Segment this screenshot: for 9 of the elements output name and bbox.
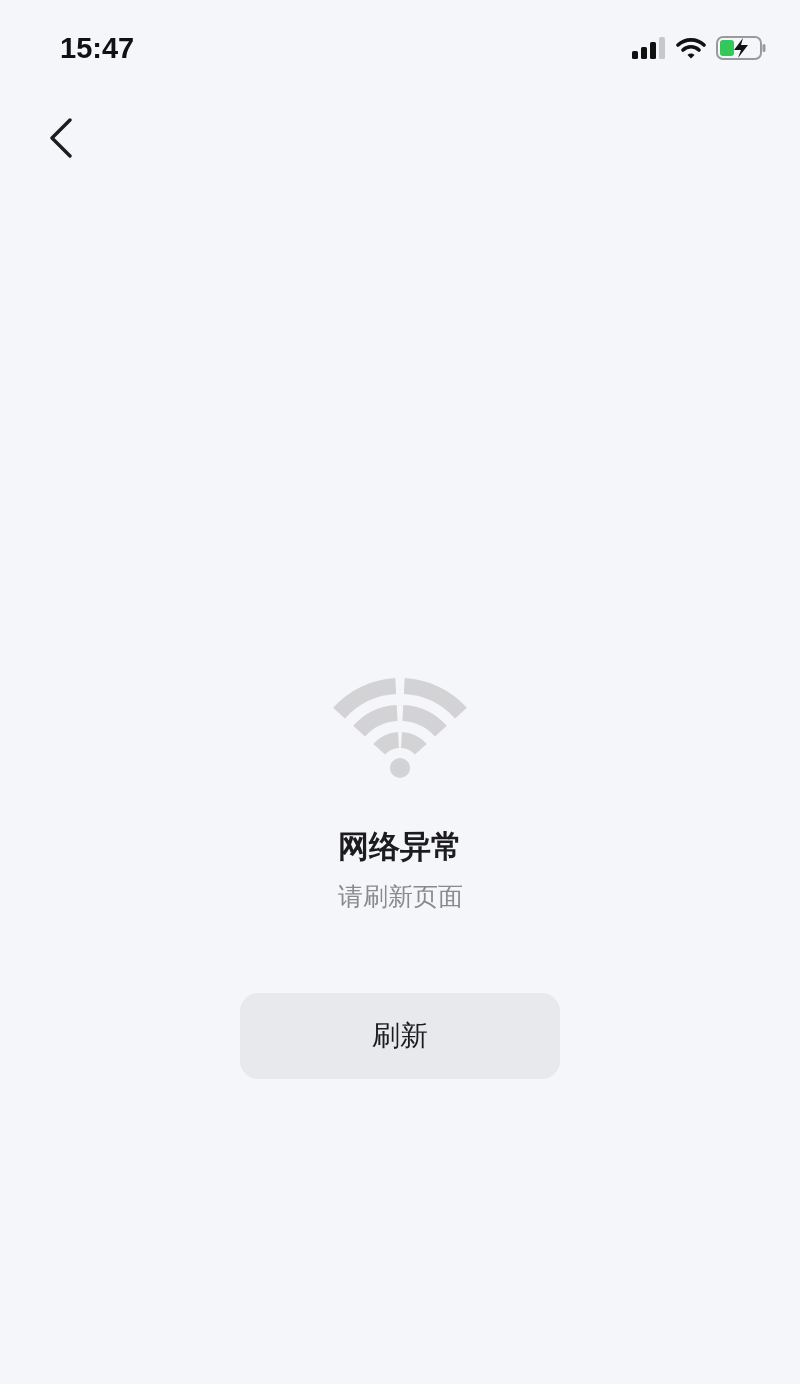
back-icon[interactable]	[48, 118, 74, 158]
error-message: 请刷新页面	[337, 881, 463, 913]
error-title: 网络异常	[338, 827, 462, 866]
battery-charging-icon	[716, 36, 766, 60]
signal-icon	[632, 37, 666, 59]
wifi-off-icon	[330, 678, 470, 778]
status-time: 15:47	[60, 31, 135, 65]
wifi-icon	[676, 37, 706, 59]
refresh-button[interactable]: 刷新	[240, 993, 560, 1079]
